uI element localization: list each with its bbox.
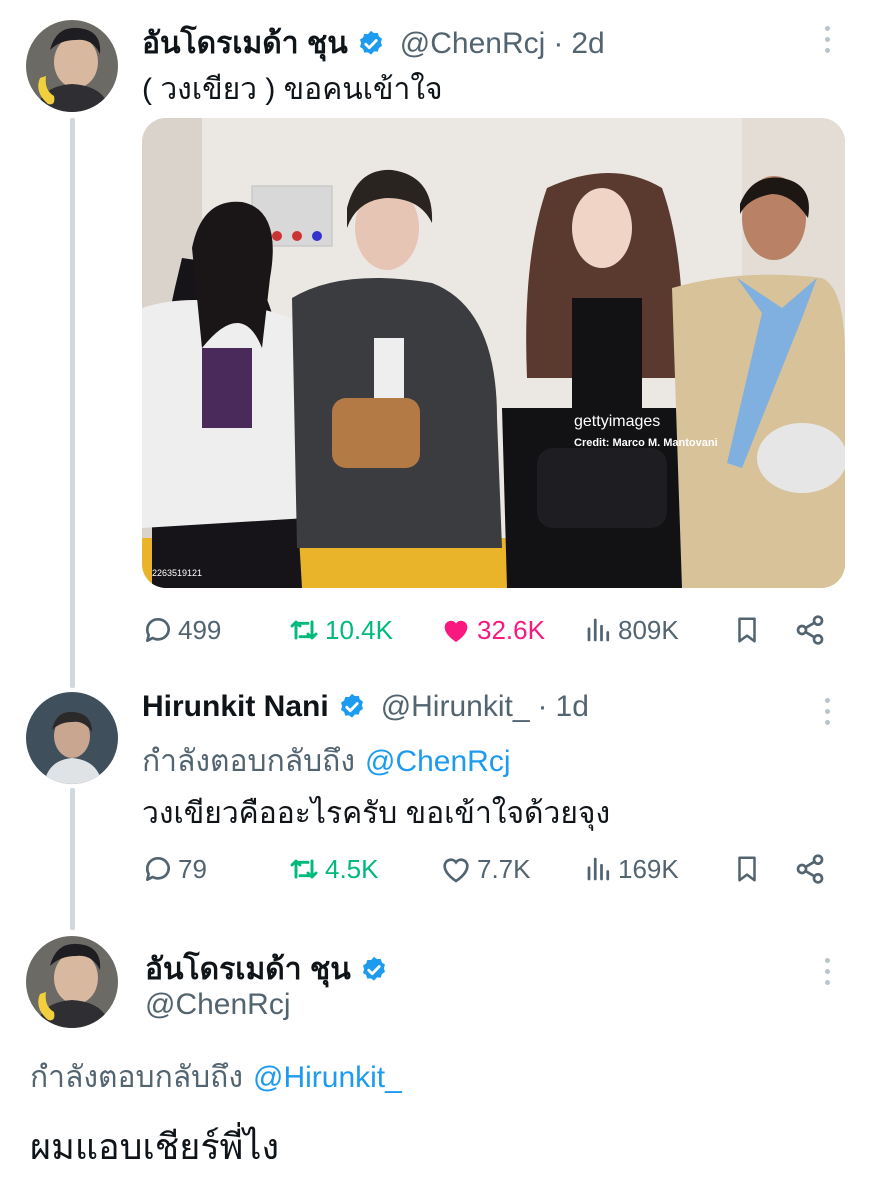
more-options-icon[interactable] <box>823 698 831 725</box>
reply-button[interactable]: 499 <box>142 610 221 650</box>
verified-badge-icon <box>356 29 386 59</box>
views-count: 809K <box>618 614 679 645</box>
tweet-actions: 499 10.4K 32.6K 809K <box>142 610 832 650</box>
watermark-brand: gettyimages <box>574 413 660 430</box>
avatar-chenrcj[interactable] <box>26 936 118 1028</box>
retweet-button[interactable]: 4.5K <box>287 849 379 889</box>
views-button[interactable]: 169K <box>584 849 679 889</box>
replying-mention-link[interactable]: @Hirunkit_ <box>253 1061 402 1094</box>
replying-to: กำลังตอบกลับถึง @Hirunkit_ <box>30 1054 402 1101</box>
display-name[interactable]: อันโดรเมด้า ชุน <box>145 946 351 993</box>
retweet-icon <box>290 620 318 640</box>
like-button[interactable]: 32.6K <box>439 610 545 650</box>
separator-dot: · <box>537 690 548 723</box>
avatar-chenrcj[interactable] <box>26 20 118 112</box>
retweet-count: 4.5K <box>325 853 379 884</box>
replying-to: กำลังตอบกลับถึง @ChenRcj <box>142 738 511 785</box>
timestamp[interactable]: 2d <box>571 27 604 61</box>
image-id-label: 2263519121 <box>152 568 202 578</box>
separator-dot: · <box>553 26 564 60</box>
tweet-media-photo[interactable]: gettyimages Credit: Marco M. Mantovani 2… <box>142 118 845 588</box>
handle[interactable]: @ChenRcj <box>400 27 546 61</box>
share-icon <box>796 854 824 884</box>
thread-connector-line <box>70 788 75 930</box>
more-options-icon[interactable] <box>823 958 831 985</box>
reply-icon <box>145 618 170 642</box>
like-icon <box>444 620 468 642</box>
views-count: 169K <box>618 853 679 884</box>
views-icon <box>587 857 610 881</box>
share-icon <box>796 615 824 645</box>
watermark-credit: Credit: Marco M. Mantovani <box>574 437 718 449</box>
bookmark-button[interactable] <box>732 610 766 650</box>
display-name[interactable]: อันโดรเมด้า ชุน <box>142 20 348 67</box>
handle[interactable]: @ChenRcj <box>145 988 291 1022</box>
retweet-count: 10.4K <box>325 614 393 645</box>
tweet-text: วงเขียวคืออะไรครับ ขอเข้าใจด้วยจุง <box>142 797 611 830</box>
replying-prefix: กำลังตอบกลับถึง <box>30 1061 243 1094</box>
like-button[interactable]: 7.7K <box>439 849 531 889</box>
reply-count: 499 <box>178 614 222 645</box>
timestamp[interactable]: 1d <box>556 690 589 724</box>
tweet-actions: 79 4.5K 7.7K 169K <box>142 849 832 889</box>
retweet-icon <box>290 859 318 879</box>
display-name[interactable]: Hirunkit Nani <box>142 690 329 724</box>
share-button[interactable] <box>794 849 830 889</box>
reply-count: 79 <box>178 853 207 884</box>
thread-connector-line <box>70 118 75 688</box>
views-icon <box>587 618 610 642</box>
like-count: 32.6K <box>477 614 545 645</box>
like-count: 7.7K <box>477 853 531 884</box>
verified-badge-icon <box>359 955 389 985</box>
retweet-button[interactable]: 10.4K <box>287 610 393 650</box>
handle[interactable]: @Hirunkit_ <box>381 690 530 724</box>
verified-badge-icon <box>337 692 367 722</box>
reply-icon <box>145 857 170 881</box>
avatar-hirunkit[interactable] <box>26 692 118 784</box>
bookmark-icon <box>738 856 756 882</box>
replying-mention-link[interactable]: @ChenRcj <box>365 745 511 778</box>
bookmark-button[interactable] <box>732 849 766 889</box>
reply-button[interactable]: 79 <box>142 849 207 889</box>
views-button[interactable]: 809K <box>584 610 679 650</box>
tweet-text: ผมแอบเชียร์พี่ไง <box>30 1126 280 1167</box>
like-icon <box>443 858 469 883</box>
more-options-icon[interactable] <box>823 26 831 53</box>
tweet-text: ( วงเขียว ) ขอคนเข้าใจ <box>142 73 443 106</box>
share-button[interactable] <box>794 610 830 650</box>
bookmark-icon <box>738 617 756 643</box>
replying-prefix: กำลังตอบกลับถึง <box>142 745 355 778</box>
